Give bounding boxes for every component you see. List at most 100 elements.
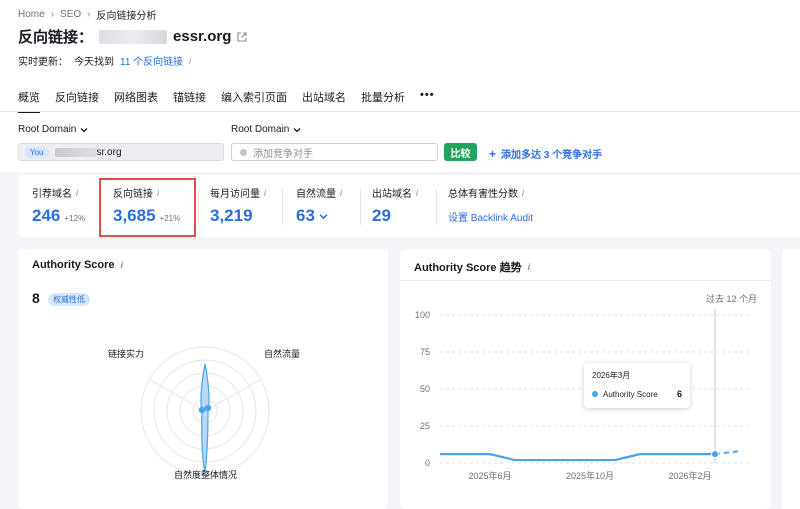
metric-value[interactable]: 246	[32, 206, 60, 226]
metric-delta: +12%	[64, 214, 86, 223]
info-icon[interactable]: i	[76, 188, 78, 198]
page-title-text: 反向链接：	[18, 29, 94, 46]
info-icon[interactable]: i	[522, 188, 524, 198]
authority-level-badge: 权威性低	[48, 293, 90, 306]
radar-label-link-power: 链接实力	[108, 349, 145, 359]
add-competitors-button[interactable]: + 添加多达 3 个竞争对手	[489, 146, 603, 162]
setup-backlink-audit-link[interactable]: 设置 Backlink Audit	[448, 209, 533, 224]
breadcrumb-seo[interactable]: SEO	[60, 9, 81, 20]
metric-toxicity-score: 总体有害性分数 i 设置 Backlink Audit	[448, 185, 533, 225]
radar-point[interactable]	[204, 404, 212, 412]
series-line	[440, 453, 715, 462]
chevron-down-icon[interactable]	[319, 212, 328, 221]
card-title-text: Authority Score 趋势	[414, 262, 522, 274]
chart-tooltip: 2026年3月 Authority Score 6	[584, 363, 690, 408]
new-backlinks-link[interactable]: 11 个反向链接	[120, 53, 183, 68]
radar-label-naturalness: 自然度整体情况	[174, 470, 238, 480]
info-icon[interactable]: i	[416, 188, 418, 198]
root-domain-select-competitor[interactable]: Root Domain	[231, 124, 301, 135]
realtime-update: 实时更新： 今天找到 11 个反向链接 i	[18, 53, 191, 69]
tab-bar: 概览 反向链接 网络图表 锚链接 编入索引页面 出站域名 批量分析 •••	[18, 89, 450, 113]
partial-card	[782, 249, 800, 509]
metric-label: 自然流量	[296, 189, 336, 200]
y-tick-label: 75	[420, 347, 430, 357]
metric-value[interactable]: 63	[296, 206, 315, 226]
chevron-right-icon: ›	[87, 9, 91, 20]
breadcrumb-home[interactable]: Home	[18, 9, 45, 20]
blurred-domain	[54, 147, 97, 157]
divider	[360, 189, 361, 225]
chevron-down-icon	[293, 127, 301, 132]
update-today: 今天找到	[74, 57, 114, 68]
breadcrumb: Home › SEO › 反向链接分析	[18, 7, 157, 22]
compare-button[interactable]: 比较	[444, 143, 477, 161]
you-badge: You	[25, 146, 49, 158]
competitor-placeholder: 添加竞争对手	[253, 148, 313, 160]
breadcrumb-current: 反向链接分析	[96, 11, 157, 22]
y-tick-label: 100	[415, 310, 430, 320]
root-domain-select-you[interactable]: Root Domain	[18, 124, 88, 135]
info-icon[interactable]: i	[528, 262, 531, 272]
update-prefix: 实时更新：	[18, 57, 68, 68]
divider	[198, 189, 199, 225]
root-domain-label: Root Domain	[231, 124, 290, 135]
tooltip-date: 2026年3月	[592, 371, 631, 380]
card-title-text: Authority Score	[32, 259, 115, 271]
chevron-down-icon	[80, 127, 88, 132]
tab-anchors[interactable]: 锚链接	[173, 89, 206, 113]
divider	[436, 189, 437, 225]
info-icon[interactable]: i	[264, 188, 266, 198]
domain-suffix: essr.org	[173, 28, 232, 45]
highlight-box	[99, 178, 196, 237]
tab-overview[interactable]: 概览	[18, 89, 40, 113]
info-icon[interactable]: i	[121, 260, 124, 270]
radar-chart	[140, 346, 270, 476]
metric-outbound-domains[interactable]: 出站域名 i 29	[372, 185, 418, 226]
radar-label-organic-traffic: 自然流量	[264, 349, 301, 359]
external-link-icon[interactable]	[237, 31, 247, 42]
tab-divider	[0, 111, 800, 112]
tab-network-graph[interactable]: 网络图表	[114, 89, 158, 113]
tooltip-value: 6	[676, 389, 682, 399]
your-domain-text: sr.org	[96, 146, 122, 158]
tab-indexed-pages[interactable]: 编入索引页面	[221, 89, 287, 113]
authority-score-value: 8	[32, 290, 40, 306]
x-tick-label: 2025年10月	[566, 470, 614, 481]
y-tick-label: 25	[420, 421, 430, 431]
x-tick-label: 2025年6月	[468, 470, 511, 481]
metric-label: 每月访问量	[210, 189, 260, 200]
card-title: Authority Score i	[32, 259, 123, 271]
more-icon[interactable]: •••	[420, 89, 435, 113]
competitor-input[interactable]: 添加竞争对手	[231, 143, 438, 161]
series-dot-icon	[592, 391, 598, 397]
info-icon[interactable]: i	[340, 188, 342, 198]
metric-label: 总体有害性分数	[448, 189, 518, 200]
page-title: 反向链接： essr.org	[18, 26, 247, 47]
plus-icon: +	[489, 146, 497, 161]
metric-referring-domains[interactable]: 引荐域名 i 246 +12%	[32, 185, 85, 226]
trend-line-chart: 0 25 50 75 100 2025年6月 2025年10月 2026年2月	[415, 309, 750, 481]
card-header-divider	[400, 280, 771, 281]
y-tick-label: 0	[425, 458, 430, 468]
metric-value[interactable]: 29	[372, 206, 391, 226]
your-domain-field: You sr.org	[18, 143, 224, 161]
tab-outbound-domains[interactable]: 出站域名	[302, 89, 346, 113]
data-point[interactable]	[711, 450, 719, 459]
add-competitors-label: 添加多达 3 个竞争对手	[501, 150, 603, 161]
competitor-dot-icon	[240, 148, 247, 156]
root-domain-label: Root Domain	[18, 124, 77, 135]
blurred-domain	[99, 29, 168, 44]
metric-label: 引荐域名	[32, 189, 72, 200]
metric-organic-traffic[interactable]: 自然流量 i 63	[296, 185, 342, 226]
y-tick-label: 50	[420, 384, 430, 394]
authority-score-card: Authority Score i 8 权威性低 链接实力 自然流量 自然度整体…	[18, 249, 388, 509]
metric-monthly-visits[interactable]: 每月访问量 i 3,219	[210, 185, 266, 226]
radar-point[interactable]	[198, 406, 206, 414]
period-label[interactable]: 过去 12 个月	[706, 292, 757, 305]
metric-value[interactable]: 3,219	[210, 206, 253, 226]
divider	[282, 189, 283, 225]
tab-backlinks[interactable]: 反向链接	[55, 89, 99, 113]
chevron-right-icon: ›	[50, 9, 55, 20]
info-icon[interactable]: i	[189, 56, 191, 66]
tab-bulk-analysis[interactable]: 批量分析	[361, 89, 405, 113]
